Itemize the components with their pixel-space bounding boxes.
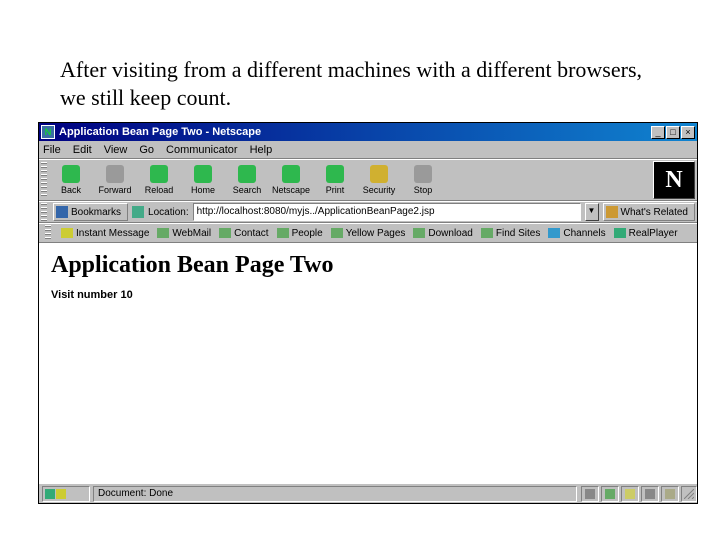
netscape-logo: N [653,161,695,199]
bookmarks-icon [56,206,68,218]
im-icon [61,228,73,238]
status-lock-icon[interactable] [661,486,679,502]
statusbar: Document: Done [39,483,697,503]
search-button[interactable]: Search [225,161,269,199]
print-icon [326,165,344,183]
titlebar: N Application Bean Page Two - Netscape _… [39,123,697,141]
home-button[interactable]: Home [181,161,225,199]
toolbar: Back Forward Reload Home Search Netscape… [39,159,697,201]
link-contact[interactable]: Contact [219,228,268,239]
print-button[interactable]: Print [313,161,357,199]
menu-go[interactable]: Go [139,144,154,156]
link-download[interactable]: Download [413,228,472,239]
netscape-window: N Application Bean Page Two - Netscape _… [38,122,698,504]
locbar-grip[interactable] [41,203,47,221]
link-webmail[interactable]: WebMail [157,228,211,239]
window-title: Application Bean Page Two - Netscape [59,126,651,138]
link-people[interactable]: People [277,228,323,239]
stop-button[interactable]: Stop [401,161,445,199]
contact-icon [219,228,231,238]
home-icon [194,165,212,183]
search-icon [238,165,256,183]
menu-communicator[interactable]: Communicator [166,144,238,156]
menu-view[interactable]: View [104,144,128,156]
reload-icon [150,165,168,183]
back-icon [62,165,80,183]
whats-related-button[interactable]: What's Related [603,203,696,221]
stop-icon [414,165,432,183]
link-yellow-pages[interactable]: Yellow Pages [331,228,406,239]
page-proxy-icon[interactable] [132,206,144,218]
reload-button[interactable]: Reload [137,161,181,199]
slide-caption: After visiting from a different machines… [60,56,660,111]
people-icon [277,228,289,238]
menubar: File Edit View Go Communicator Help [39,141,697,159]
status-message: Document: Done [93,486,577,502]
maximize-button[interactable]: □ [666,126,680,139]
back-button[interactable]: Back [49,161,93,199]
link-channels[interactable]: Channels [548,228,605,239]
location-bar: Bookmarks Location: http://localhost:808… [39,201,697,223]
forward-button[interactable]: Forward [93,161,137,199]
url-input[interactable]: http://localhost:8080/myjs../Application… [193,203,581,221]
minimize-button[interactable]: _ [651,126,665,139]
content-area: Application Bean Page Two Visit number 1… [39,243,697,483]
yellowpages-icon [331,228,343,238]
realplayer-icon [614,228,626,238]
menu-edit[interactable]: Edit [73,144,92,156]
findsites-icon [481,228,493,238]
toolbar-grip[interactable] [41,162,47,198]
forward-icon [106,165,124,183]
link-find-sites[interactable]: Find Sites [481,228,540,239]
status-icon-2[interactable] [601,486,619,502]
link-instant-message[interactable]: Instant Message [61,228,149,239]
status-icon-4[interactable] [641,486,659,502]
close-button[interactable]: × [681,126,695,139]
status-icon-1[interactable] [581,486,599,502]
netscape-button[interactable]: Netscape [269,161,313,199]
component-bar[interactable] [42,486,90,502]
links-grip[interactable] [45,225,51,241]
netscape-icon: N [41,125,55,139]
security-icon [370,165,388,183]
channels-icon [548,228,560,238]
bookmarks-button[interactable]: Bookmarks [53,203,128,221]
status-icon-3[interactable] [621,486,639,502]
download-icon [413,228,425,238]
mail-icon [56,489,66,499]
location-label: Location: [148,207,189,218]
security-button[interactable]: Security [357,161,401,199]
link-realplayer[interactable]: RealPlayer [614,228,678,239]
page-title: Application Bean Page Two [51,252,685,279]
lock-icon [665,489,675,499]
netscape-tb-icon [282,165,300,183]
resize-grip[interactable] [681,486,697,502]
webmail-icon [157,228,169,238]
visit-counter: Visit number 10 [51,289,685,301]
navigator-icon [45,489,55,499]
url-dropdown[interactable]: ▼ [585,203,599,221]
menu-help[interactable]: Help [250,144,273,156]
personal-toolbar: Instant Message WebMail Contact People Y… [39,223,697,243]
menu-file[interactable]: File [43,144,61,156]
whats-related-icon [606,206,618,218]
